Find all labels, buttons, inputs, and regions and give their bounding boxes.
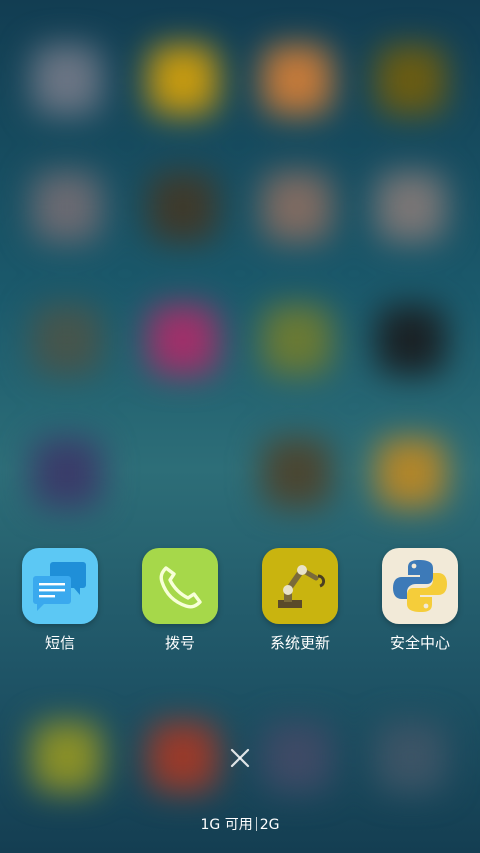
recent-app-label: 短信	[44, 634, 75, 652]
recent-app-label: 系统更新	[269, 634, 330, 652]
recent-tasks-screen: 短信 拨号 系统更新 安全中心 1G 可用 2G	[0, 0, 480, 853]
recent-app-security-center[interactable]: 安全中心	[370, 548, 470, 653]
memory-total: 2G	[259, 817, 280, 833]
close-icon[interactable]	[224, 742, 256, 774]
recent-apps-row: 短信 拨号 系统更新 安全中心	[0, 548, 480, 658]
close-all-button[interactable]	[224, 742, 256, 774]
recent-app-label: 拨号	[164, 634, 195, 652]
memory-separator	[255, 817, 257, 831]
recent-app-dialer[interactable]: 拨号	[130, 548, 230, 653]
messages-icon[interactable]	[22, 548, 98, 624]
phone-icon[interactable]	[142, 548, 218, 624]
recent-app-system-update[interactable]: 系统更新	[250, 548, 350, 653]
python-icon[interactable]	[382, 548, 458, 624]
memory-indicator: 1G 可用 2G	[0, 815, 480, 835]
blurred-wallpaper	[0, 0, 480, 853]
recent-app-label: 安全中心	[389, 634, 450, 652]
memory-free: 1G 可用	[200, 817, 253, 833]
robot-arm-icon[interactable]	[262, 548, 338, 624]
recent-app-messages[interactable]: 短信	[10, 548, 110, 653]
